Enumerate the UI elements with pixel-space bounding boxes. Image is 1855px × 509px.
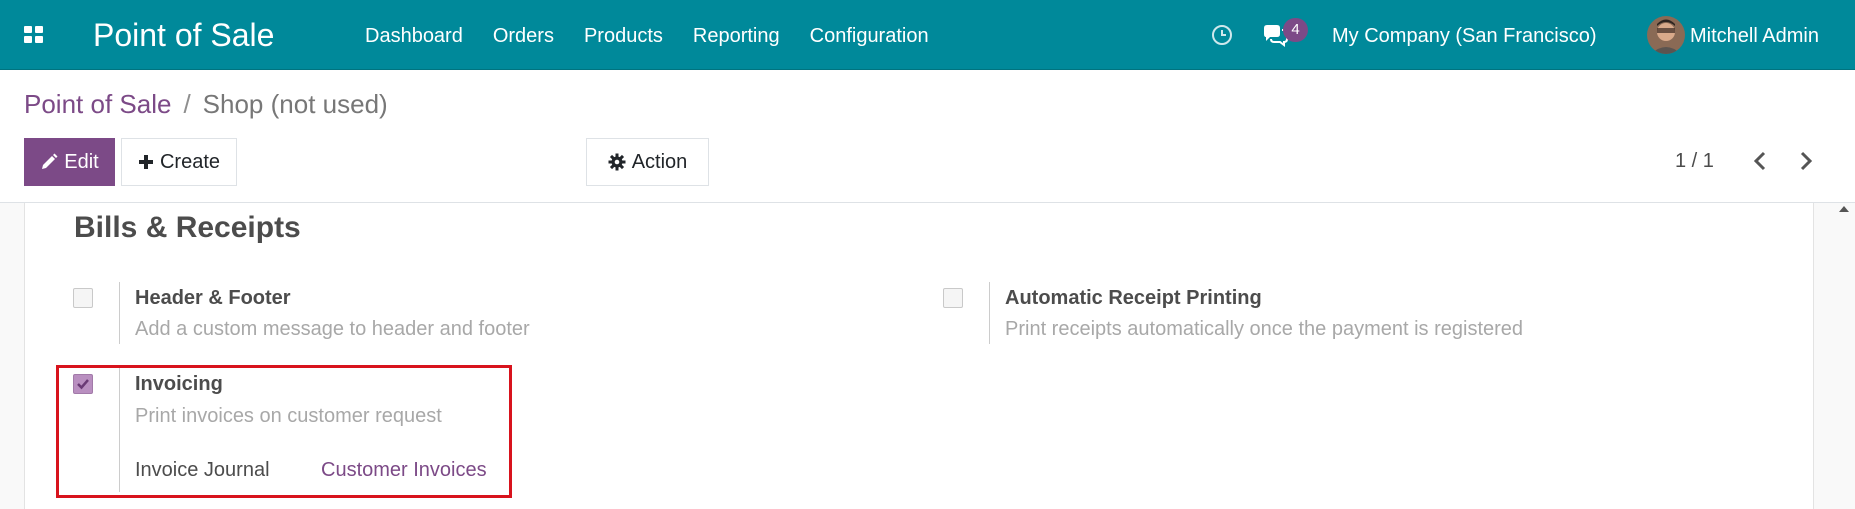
chevron-left-icon[interactable] <box>1750 148 1770 174</box>
header-footer-title: Header & Footer <box>135 287 291 309</box>
chevron-right-icon[interactable] <box>1796 148 1816 174</box>
edit-button[interactable]: Edit <box>24 138 115 186</box>
menu-item-dashboard[interactable]: Dashboard <box>365 23 463 49</box>
edit-button-label: Edit <box>64 151 99 173</box>
gear-icon <box>608 153 626 171</box>
scroll-up-arrow-icon[interactable] <box>1839 206 1849 212</box>
section-title: Bills & Receipts <box>74 211 301 244</box>
grid-icon[interactable] <box>24 26 44 44</box>
auto-receipt-printing-checkbox[interactable] <box>943 288 963 308</box>
top-navbar: Point of Sale Dashboard Orders Products … <box>0 0 1855 70</box>
action-button-label: Action <box>631 151 688 173</box>
clock-icon[interactable] <box>1211 24 1233 46</box>
main-menu: Dashboard Orders Products Reporting Conf… <box>365 23 959 49</box>
setting-divider <box>989 282 990 344</box>
setting-divider <box>119 282 120 344</box>
breadcrumb-separator: / <box>183 89 191 119</box>
action-button[interactable]: Action <box>586 138 709 186</box>
highlight-annotation <box>56 365 512 498</box>
avatar[interactable] <box>1647 16 1685 54</box>
user-menu[interactable]: Mitchell Admin <box>1690 23 1819 49</box>
pager-value[interactable]: 1 / 1 <box>1675 148 1714 174</box>
breadcrumb-current: Shop (not used) <box>202 89 388 119</box>
menu-item-orders[interactable]: Orders <box>493 23 554 49</box>
plus-icon <box>138 155 153 169</box>
header-footer-checkbox[interactable] <box>73 288 93 308</box>
company-switcher[interactable]: My Company (San Francisco) <box>1332 23 1597 49</box>
pencil-icon <box>42 153 58 169</box>
breadcrumb-parent[interactable]: Point of Sale <box>24 88 171 120</box>
create-button[interactable]: Create <box>121 138 237 186</box>
auto-receipt-printing-description: Print receipts automatically once the pa… <box>1005 318 1524 340</box>
header-footer-description: Add a custom message to header and foote… <box>135 318 530 340</box>
app-title[interactable]: Point of Sale <box>93 16 274 54</box>
menu-item-reporting[interactable]: Reporting <box>693 23 780 49</box>
breadcrumb: Point of Sale / Shop (not used) <box>24 88 388 120</box>
menu-item-configuration[interactable]: Configuration <box>810 23 929 49</box>
auto-receipt-printing-title: Automatic Receipt Printing <box>1005 287 1262 309</box>
menu-item-products[interactable]: Products <box>584 23 663 49</box>
create-button-label: Create <box>159 151 221 173</box>
chat-count-badge: 4 <box>1283 18 1308 42</box>
